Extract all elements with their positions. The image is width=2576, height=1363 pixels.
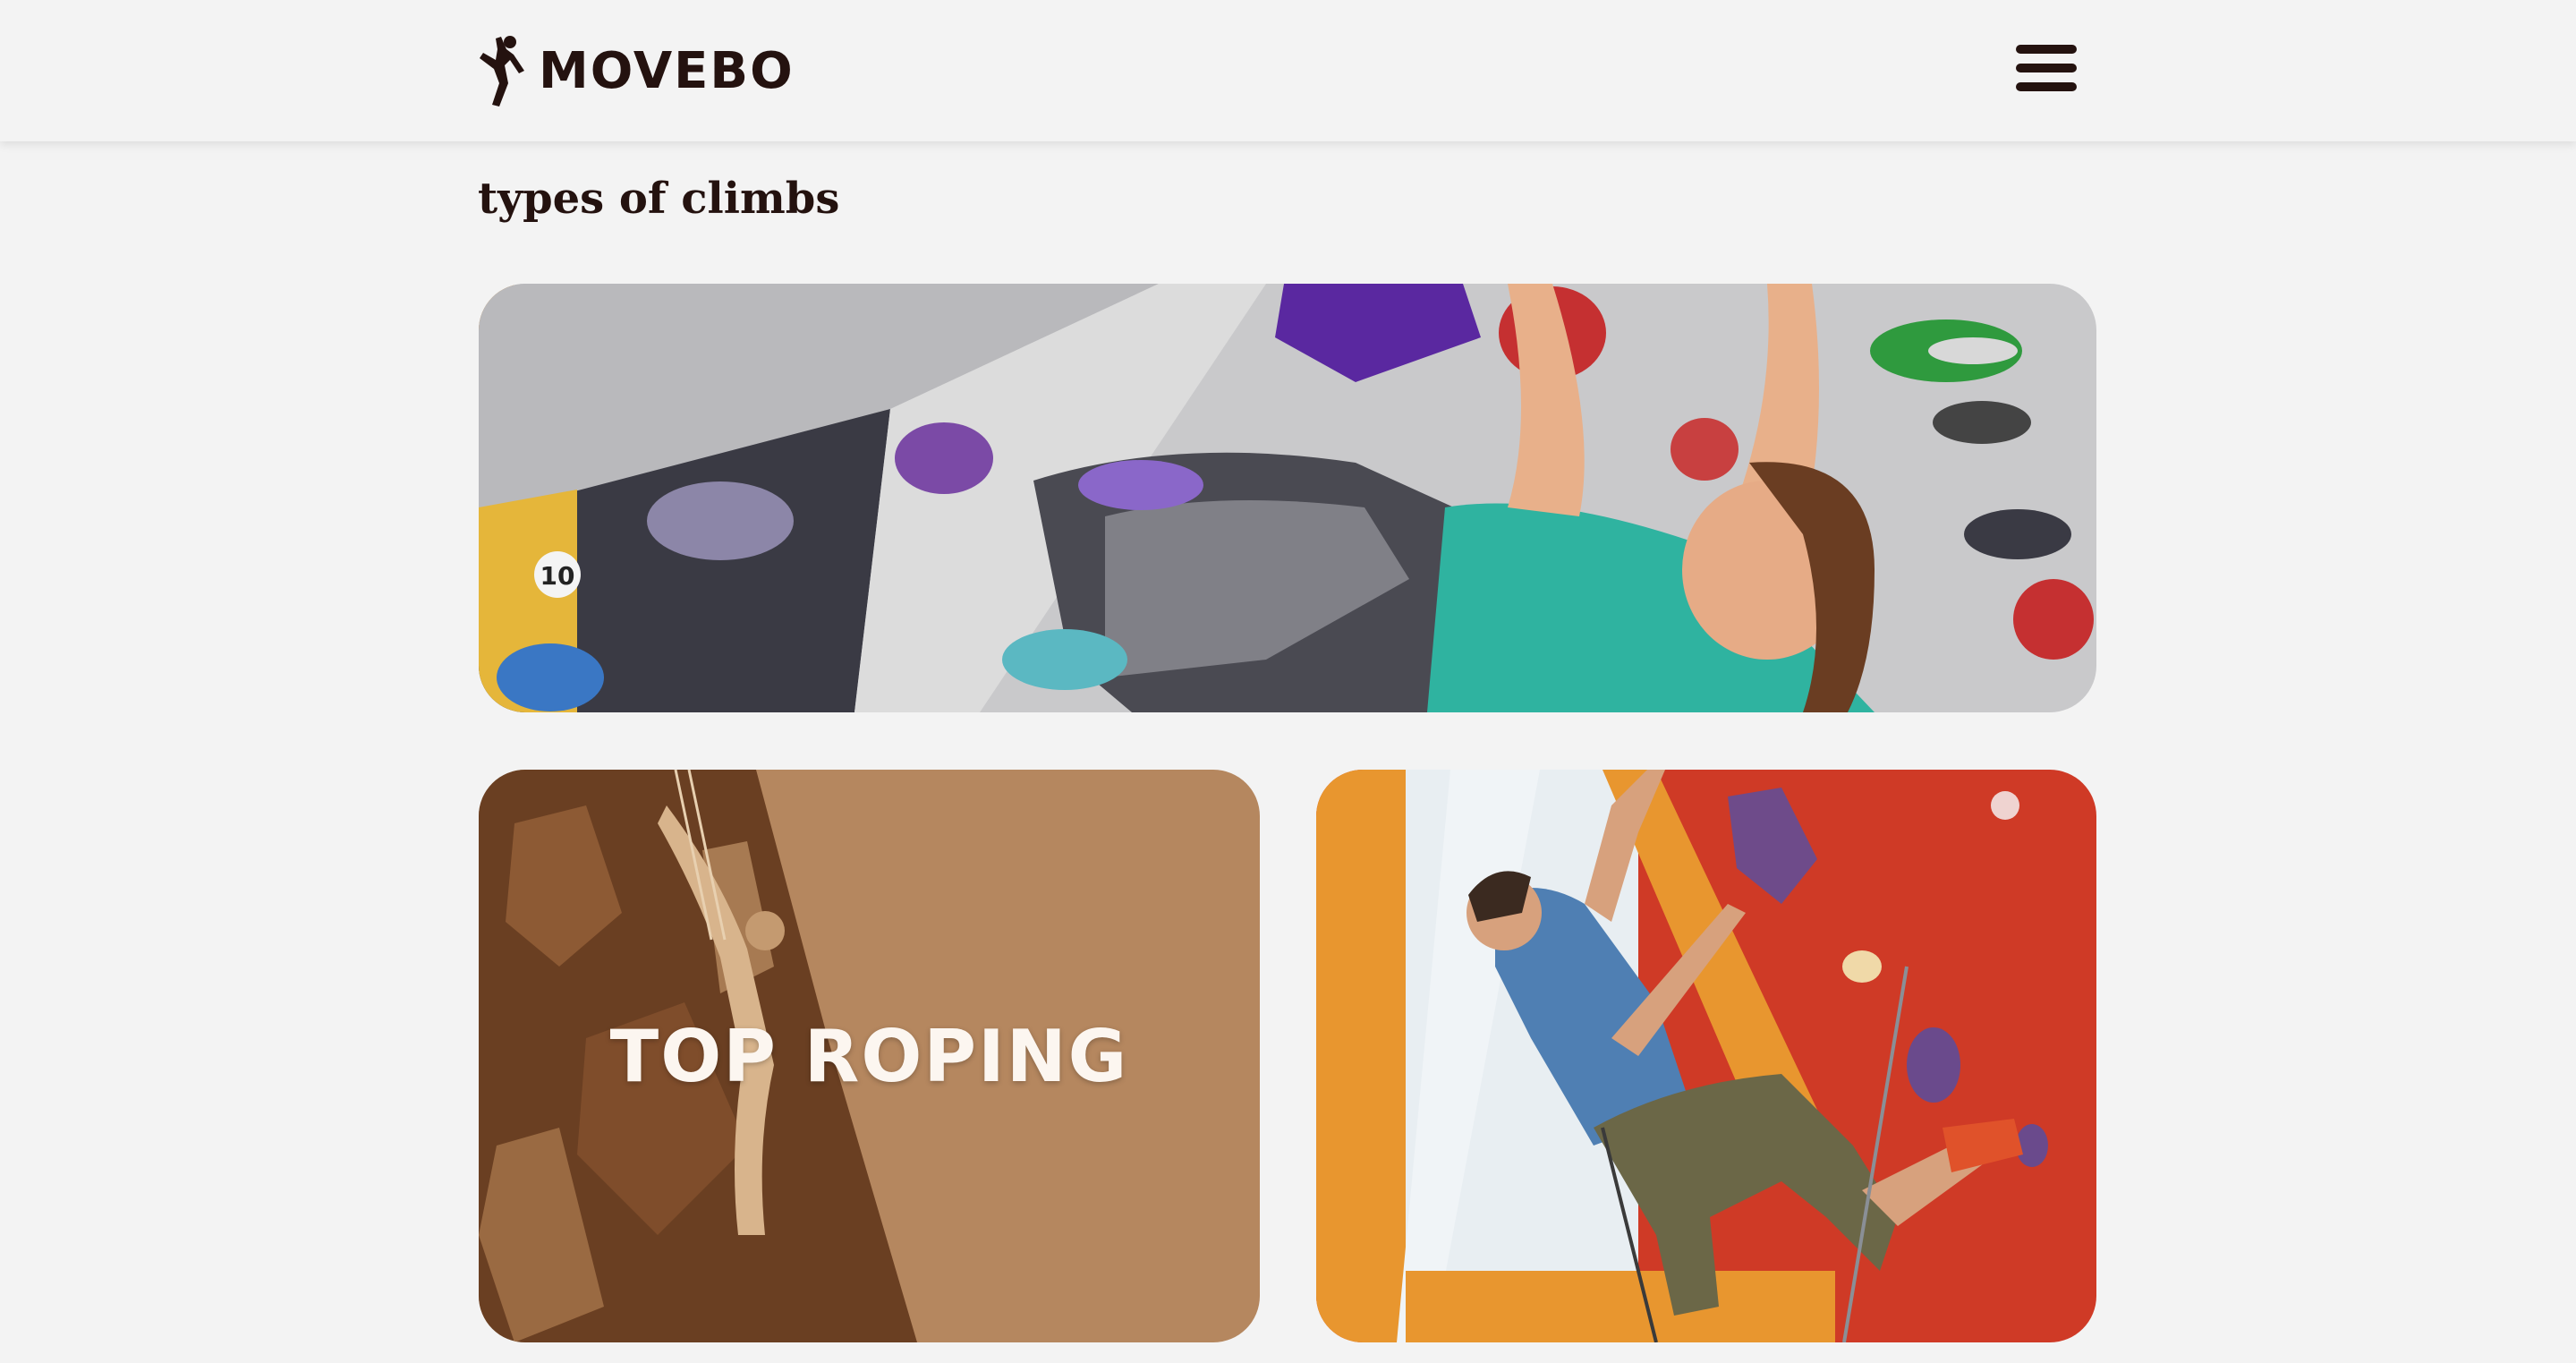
hamburger-menu-icon[interactable] <box>2016 45 2077 91</box>
climb-card-top-roping[interactable]: TOP ROPING <box>479 770 1260 1342</box>
climb-card-indoor[interactable]: 10 <box>479 284 2096 712</box>
brand-name: MOVEBO <box>539 42 795 100</box>
indoor-bouldering-climber-photo: 10 <box>479 284 2096 712</box>
menu-bar <box>2016 45 2077 54</box>
climber-icon <box>480 36 524 106</box>
brand-logo[interactable]: MOVEBO <box>474 34 795 109</box>
svg-text:10: 10 <box>540 561 575 591</box>
menu-bar <box>2016 64 2077 72</box>
card-title: TOP ROPING <box>609 1014 1129 1098</box>
climb-card-gym-wall[interactable] <box>1316 770 2096 1342</box>
red-gym-wall-climber-photo <box>1316 770 2096 1342</box>
page-title: types of climbs <box>478 174 840 224</box>
menu-bar <box>2016 82 2077 91</box>
top-nav: MOVEBO <box>0 0 2576 141</box>
